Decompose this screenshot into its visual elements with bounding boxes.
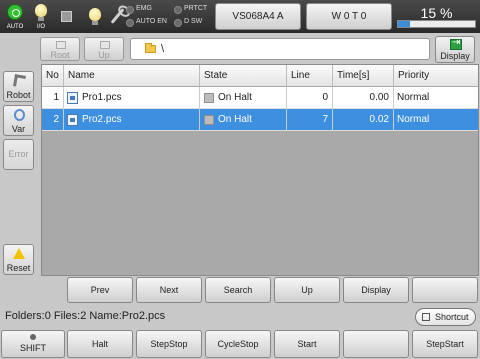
row-state: On Halt — [200, 87, 287, 109]
led-auto-en: AUTO EN — [126, 18, 167, 27]
led-prtct: PRTCT — [174, 5, 207, 14]
row-name-text: Pro2.pcs — [82, 114, 122, 125]
display-label: Display — [440, 51, 470, 61]
display-button[interactable]: Display — [343, 277, 409, 303]
next-button[interactable]: Next — [136, 277, 202, 303]
info-bar: Folders:0 Files:2 Name:Pro2.pcs Shortcut — [0, 305, 480, 329]
signal-leds: EMG PRTCT AUTO EN D SW — [126, 5, 216, 29]
io-label: I/O — [36, 24, 45, 30]
robot-type-button[interactable]: VS068A4 A — [215, 3, 301, 30]
file-info-text: Folders:0 Files:2 Name:Pro2.pcs — [5, 310, 166, 322]
display-toggle-button[interactable]: Display — [435, 36, 475, 63]
up-folder-button[interactable]: Up — [84, 37, 124, 61]
shift-label: SHIFT — [20, 343, 46, 353]
column-header-line[interactable]: Line — [287, 65, 333, 87]
var-button[interactable]: Var — [3, 105, 34, 136]
error-button[interactable]: Error — [3, 139, 34, 170]
variable-icon — [14, 109, 25, 121]
shift-indicator-icon — [30, 334, 36, 340]
stop-indicator — [56, 3, 78, 30]
shortcut-label: Shortcut — [435, 312, 469, 322]
column-header-time[interactable]: Time[s] — [333, 65, 394, 87]
row-priority: Normal — [397, 114, 430, 125]
led-emg: EMG — [126, 5, 152, 14]
stop-icon — [61, 11, 72, 22]
row-no: 2 — [42, 109, 64, 131]
prev-button[interactable]: Prev — [67, 277, 133, 303]
function-button-row: Prev Next Search Up Display — [0, 277, 480, 303]
lightbulb-icon — [89, 8, 101, 25]
column-header-priority[interactable]: Priority — [394, 65, 478, 87]
folder-up-icon — [100, 41, 110, 49]
start-button[interactable]: Start — [274, 330, 340, 358]
empty-function-button[interactable] — [412, 277, 478, 303]
side-toolbar: Robot Var Error Reset — [0, 63, 37, 278]
step-stop-button[interactable]: StepStop — [136, 330, 202, 358]
reset-button[interactable]: Reset — [3, 244, 34, 275]
program-file-icon — [67, 92, 78, 104]
step-start-button[interactable]: StepStart — [412, 330, 478, 358]
program-file-icon — [67, 114, 78, 126]
folder-icon — [145, 43, 156, 53]
speed-percent: 15 % — [420, 5, 453, 21]
status-bar: AUTO I/O EMG PRTCT AUTO EN D SW VS068A4 … — [0, 0, 480, 33]
shift-button[interactable]: SHIFT — [1, 330, 65, 358]
row-line: 7 — [287, 109, 333, 131]
root-label: Root — [50, 50, 70, 60]
table-row[interactable]: 1 Pro1.pcs On Halt 0 0.00 Normal — [42, 87, 478, 109]
halt-state-icon — [204, 115, 214, 125]
column-header-name[interactable]: Name — [64, 65, 200, 87]
row-state-text: On Halt — [218, 114, 252, 125]
lightbulb-icon — [35, 4, 47, 21]
root-button[interactable]: Root — [40, 37, 80, 61]
row-time: 0.02 — [333, 109, 394, 131]
display-icon — [450, 37, 462, 50]
path-field[interactable]: \ — [130, 38, 430, 60]
robot-label: Robot — [6, 90, 31, 100]
row-time: 0.00 — [333, 87, 394, 109]
row-no: 1 — [42, 87, 64, 109]
row-state: On Halt — [200, 109, 287, 131]
tool-work-button[interactable]: W 0 T 0 — [306, 3, 392, 30]
shortcut-icon — [422, 313, 430, 321]
row-priority: Normal — [397, 92, 430, 103]
search-button[interactable]: Search — [205, 277, 271, 303]
wrench-icon — [110, 8, 125, 24]
auto-mode-icon — [7, 4, 23, 20]
robot-button[interactable]: Robot — [3, 71, 34, 102]
led-d-sw: D SW — [174, 18, 202, 27]
row-name-text: Pro1.pcs — [82, 92, 122, 103]
table-header: No Name State Line Time[s] Priority — [42, 65, 478, 87]
var-label: Var — [11, 124, 26, 134]
light-indicator — [84, 3, 106, 30]
up-label: Up — [98, 50, 110, 60]
current-path: \ — [161, 43, 165, 55]
reset-label: Reset — [6, 263, 31, 273]
halt-state-icon — [204, 93, 214, 103]
table-row-selected[interactable]: 2 Pro2.pcs On Halt 7 0.02 Normal — [42, 109, 478, 131]
program-table: No Name State Line Time[s] Priority 1 Pr… — [41, 64, 479, 276]
cycle-stop-button[interactable]: CycleStop — [205, 330, 271, 358]
row-name: Pro2.pcs — [64, 109, 200, 131]
shortcut-button[interactable]: Shortcut — [415, 308, 476, 326]
row-line: 0 — [287, 87, 333, 109]
row-name: Pro1.pcs — [64, 87, 200, 109]
speed-progress-bar[interactable] — [397, 20, 476, 28]
io-indicator[interactable]: I/O — [30, 3, 52, 30]
folder-root-icon — [56, 41, 66, 49]
bottom-button-row: SHIFT Halt StepStop CycleStop Start Step… — [0, 330, 480, 358]
empty-bottom-button[interactable] — [343, 330, 409, 358]
error-label: Error — [8, 149, 29, 159]
row-state-text: On Halt — [218, 92, 252, 103]
auto-mode-indicator: AUTO — [4, 3, 26, 30]
halt-button[interactable]: Halt — [67, 330, 133, 358]
robot-arm-icon — [13, 74, 26, 88]
speed-progress-fill — [398, 21, 410, 27]
column-header-no[interactable]: No — [42, 65, 64, 87]
warning-icon — [13, 248, 25, 259]
column-header-state[interactable]: State — [200, 65, 287, 87]
auto-mode-label: AUTO — [6, 24, 24, 30]
path-bar: Root Up \ Display — [0, 33, 480, 63]
up-button[interactable]: Up — [274, 277, 340, 303]
